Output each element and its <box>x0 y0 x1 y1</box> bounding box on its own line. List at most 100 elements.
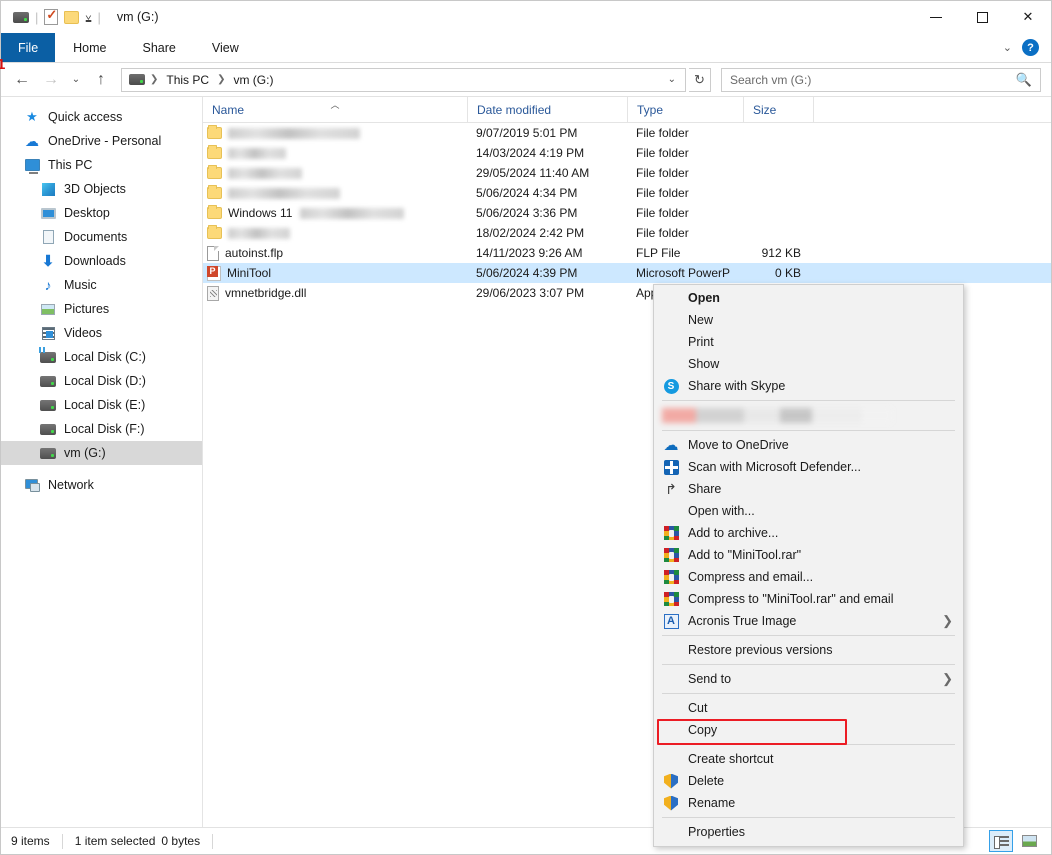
cell-type: Microsoft PowerP <box>636 266 731 280</box>
status-selection-size: 0 bytes <box>161 834 201 848</box>
search-icon[interactable]: 🔍 <box>1016 72 1032 88</box>
back-button[interactable]: ← <box>9 67 35 93</box>
maximize-button[interactable] <box>959 1 1005 33</box>
refresh-button[interactable]: ↻ <box>689 67 711 92</box>
thumbnail-view-icon[interactable] <box>1017 830 1041 852</box>
drive-icon <box>39 421 57 437</box>
menu-item-show[interactable]: Show <box>654 353 963 375</box>
sidebar-item-local-disk-d[interactable]: Local Disk (D:) <box>1 369 202 393</box>
close-button[interactable]: ✕ <box>1005 1 1051 33</box>
cell-name: Windows 11 <box>203 203 467 223</box>
table-row-selected[interactable]: MiniTool 5/06/2024 4:39 PM Microsoft Pow… <box>203 263 1051 283</box>
table-row[interactable]: Windows 11 5/06/2024 3:36 PM File folder <box>203 203 1051 223</box>
menu-item-move-to-onedrive[interactable]: ☁ Move to OneDrive <box>654 434 963 456</box>
search-input[interactable]: Search vm (G:) 🔍 <box>721 67 1041 92</box>
table-row[interactable]: 14/03/2024 4:19 PM File folder <box>203 143 1051 163</box>
sidebar-item-local-disk-c[interactable]: Local Disk (C:) <box>1 345 202 369</box>
menu-item-properties[interactable]: Properties <box>654 821 963 843</box>
redacted-menu-item <box>662 408 892 423</box>
breadcrumb-dropdown-icon[interactable]: ⌄ <box>661 74 683 85</box>
menu-item-add-to-minitool-rar[interactable]: Add to "MiniTool.rar" <box>654 544 963 566</box>
menu-label: Cut <box>688 701 708 715</box>
help-icon[interactable]: ? <box>1022 39 1039 56</box>
sidebar-item-this-pc[interactable]: This PC <box>1 153 202 177</box>
details-view-icon[interactable] <box>989 830 1013 852</box>
menu-item-print[interactable]: Print <box>654 331 963 353</box>
menu-item-share-with-skype[interactable]: S Share with Skype <box>654 375 963 397</box>
sidebar-item-local-disk-f[interactable]: Local Disk (F:) <box>1 417 202 441</box>
column-label: Date modified <box>477 102 552 117</box>
menu-label: Rename <box>688 796 736 810</box>
column-header-type[interactable]: Type <box>627 96 743 123</box>
file-name: vmnetbridge.dll <box>225 286 307 300</box>
menu-item-compress-to-minitool-rar-and-email[interactable]: Compress to "MiniTool.rar" and email <box>654 588 963 610</box>
menu-item-add-to-archive[interactable]: Add to archive... <box>654 522 963 544</box>
menu-item-cut[interactable]: Cut <box>654 697 963 719</box>
sidebar-item-onedrive[interactable]: ☁ OneDrive - Personal <box>1 129 202 153</box>
table-row[interactable]: 18/02/2024 2:42 PM File folder <box>203 223 1051 243</box>
menu-item-delete[interactable]: Delete <box>654 770 963 792</box>
menu-label: Copy <box>688 723 718 737</box>
context-menu: Open New Print Show S Share with Skype ☁… <box>653 284 964 847</box>
sidebar-item-documents[interactable]: Documents <box>1 225 202 249</box>
sidebar-item-local-disk-e[interactable]: Local Disk (E:) <box>1 393 202 417</box>
menu-item-open[interactable]: Open <box>654 287 963 309</box>
cell-name: MiniTool <box>203 263 467 283</box>
menu-label: Move to OneDrive <box>688 438 789 452</box>
music-note-icon: ♪ <box>44 277 52 293</box>
table-row[interactable]: autoinst.flp 14/11/2023 9:26 AM FLP File… <box>203 243 1051 263</box>
sidebar-item-videos[interactable]: Videos <box>1 321 202 345</box>
breadcrumb-vm-g[interactable]: vm (G:) <box>230 72 276 88</box>
menu-item-scan-with-defender[interactable]: Scan with Microsoft Defender... <box>654 456 963 478</box>
sidebar-item-desktop[interactable]: Desktop <box>1 201 202 225</box>
sidebar-item-quick-access[interactable]: ★ Quick access <box>1 105 202 129</box>
column-header-size[interactable]: Size <box>743 96 813 123</box>
breadcrumb[interactable]: ❯ This PC ❯ vm (G:) ⌄ <box>121 67 686 92</box>
customize-caret-icon[interactable]: ⩣ <box>85 12 91 23</box>
up-button[interactable]: ↑ <box>88 67 114 93</box>
minimize-button[interactable] <box>913 1 959 33</box>
breadcrumb-this-pc[interactable]: This PC <box>163 72 212 88</box>
menu-item-acronis-true-image[interactable]: A Acronis True Image ❯ <box>654 610 963 632</box>
menu-item-copy[interactable]: Copy <box>654 719 963 741</box>
column-header-date-modified[interactable]: Date modified <box>467 96 627 123</box>
menu-item-restore-previous-versions[interactable]: Restore previous versions <box>654 639 963 661</box>
menu-item-open-with[interactable]: Open with... <box>654 500 963 522</box>
sort-ascending-caret: ︿ <box>330 99 340 110</box>
recent-locations-icon[interactable]: ⌄ <box>67 67 85 93</box>
tab-view[interactable]: View <box>194 33 257 62</box>
tab-share[interactable]: Share <box>125 33 194 62</box>
sidebar-item-network[interactable]: Network <box>1 473 202 497</box>
menu-separator <box>662 744 955 745</box>
menu-icon-placeholder <box>662 824 680 840</box>
menu-item-send-to[interactable]: Send to ❯ <box>654 668 963 690</box>
winrar-icon <box>662 591 680 607</box>
table-row[interactable]: 5/06/2024 4:34 PM File folder <box>203 183 1051 203</box>
sidebar-item-music[interactable]: ♪ Music <box>1 273 202 297</box>
sidebar-item-3d-objects[interactable]: 3D Objects <box>1 177 202 201</box>
redacted-folder-name-suffix <box>300 207 405 219</box>
chevron-down-icon[interactable]: ⌄ <box>1003 41 1012 54</box>
new-folder-icon[interactable] <box>64 10 80 24</box>
menu-item-create-shortcut[interactable]: Create shortcut <box>654 748 963 770</box>
sidebar-item-pictures[interactable]: Pictures <box>1 297 202 321</box>
table-row[interactable]: 9/07/2019 5:01 PM File folder <box>203 123 1051 143</box>
menu-item-share[interactable]: ↱ Share <box>654 478 963 500</box>
properties-checkbox-icon[interactable] <box>44 7 59 25</box>
menu-item-new[interactable]: New <box>654 309 963 331</box>
cell-type: FLP File <box>636 246 681 260</box>
tab-home[interactable]: Home <box>55 33 124 62</box>
status-item-count: 9 items <box>11 834 50 848</box>
menu-label: Compress and email... <box>688 570 814 584</box>
menu-label: Scan with Microsoft Defender... <box>688 460 861 474</box>
cell-date: 5/06/2024 4:34 PM <box>476 186 578 200</box>
sidebar-item-downloads[interactable]: ⬇ Downloads <box>1 249 202 273</box>
menu-item-rename[interactable]: Rename <box>654 792 963 814</box>
forward-button[interactable]: → <box>38 67 64 93</box>
menu-item-compress-and-email[interactable]: Compress and email... <box>654 566 963 588</box>
menu-item-redacted[interactable] <box>654 404 963 427</box>
column-header-name[interactable]: ︿ Name <box>203 97 467 123</box>
table-row[interactable]: 29/05/2024 11:40 AM File folder <box>203 163 1051 183</box>
sidebar-item-vm-g[interactable]: vm (G:) <box>1 441 202 465</box>
cloud-icon: ☁ <box>25 132 39 149</box>
